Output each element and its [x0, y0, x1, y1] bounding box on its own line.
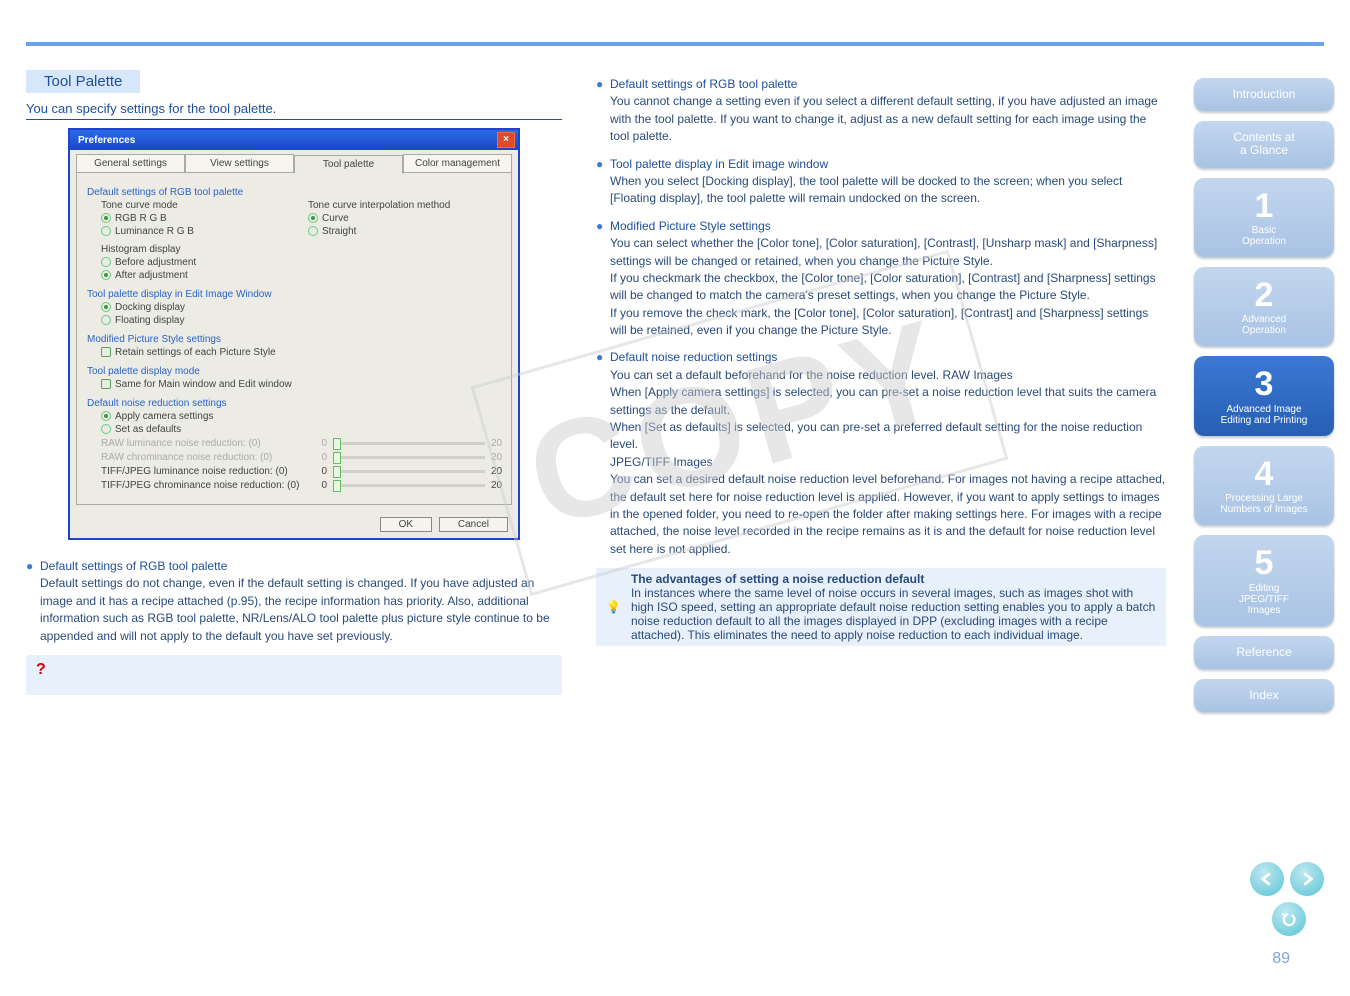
radio-after-adj-label: After adjustment — [115, 270, 188, 281]
bullet-icon: ● — [596, 218, 610, 340]
page-number: 89 — [1272, 950, 1290, 968]
para-p1: You cannot change a setting even if you … — [610, 94, 1158, 143]
dialog-tabs: General settings View settings Tool pale… — [76, 154, 512, 173]
para-p3b: If you checkmark the checkbox, the [Colo… — [610, 271, 1156, 302]
slider-knob[interactable] — [333, 466, 341, 478]
para-h4: Default noise reduction settings — [610, 350, 777, 364]
sidebar-item-contents[interactable]: Contents at a Glance — [1194, 121, 1334, 167]
radio-apply-camera-label: Apply camera settings — [115, 411, 213, 422]
bullet-icon: ● — [26, 558, 40, 645]
tab-tool-palette[interactable]: Tool palette — [294, 155, 403, 174]
left-para-body: Default settings do not change, even if … — [40, 576, 550, 642]
dialog-titlebar: Preferences × — [70, 130, 518, 150]
histogram-label: Histogram display — [101, 244, 501, 255]
radio-rgb-rgb-label: RGB R G B — [115, 213, 167, 224]
group-palette-mode: Tool palette display mode — [87, 366, 501, 377]
sidebar-item-chapter5[interactable]: 5Editing JPEG/TIFF Images — [1194, 535, 1334, 625]
para-p4d: You can set a desired default noise redu… — [610, 472, 1165, 556]
right-column: ● Default settings of RGB tool palette Yo… — [586, 70, 1166, 705]
dialog-title: Preferences — [78, 135, 135, 146]
sidebar-item-chapter3[interactable]: 3Advanced Image Editing and Printing — [1194, 356, 1334, 435]
radio-luminance-rgb[interactable] — [101, 226, 111, 236]
tab-color-management[interactable]: Color management — [403, 154, 512, 173]
left-column: Tool Palette You can specify settings fo… — [26, 70, 586, 705]
para-p2: When you select [Docking display], the t… — [610, 174, 1122, 205]
prev-page-button[interactable] — [1250, 862, 1284, 896]
tips-callout: 💡 The advantages of setting a noise redu… — [596, 568, 1166, 646]
bullet-icon: ● — [596, 76, 610, 146]
radio-docking-label: Docking display — [115, 302, 185, 313]
para-p4: You can set a default beforehand for the… — [610, 368, 1013, 382]
section-title-tab: Tool Palette — [26, 70, 140, 93]
sidebar-item-chapter1[interactable]: 1Basic Operation — [1194, 178, 1334, 257]
page-nav-arrows — [1250, 862, 1324, 896]
radio-curve[interactable] — [308, 213, 318, 223]
sidebar-item-index[interactable]: Index — [1194, 679, 1334, 712]
group-rgb-defaults: Default settings of RGB tool palette — [87, 187, 501, 198]
para-h2: Tool palette display in Edit image windo… — [610, 157, 828, 171]
radio-set-defaults-label: Set as defaults — [115, 424, 181, 435]
radio-straight-label: Straight — [322, 226, 356, 237]
preferences-dialog: Preferences × General settings View sett… — [68, 128, 520, 540]
slider-raw-chrominance: RAW chrominance noise reduction: (0) 0 2… — [101, 452, 501, 463]
tone-curve-mode-label: Tone curve mode — [101, 200, 294, 211]
para-p3: You can select whether the [Color tone],… — [610, 236, 1157, 267]
section-subhead: You can specify settings for the tool pa… — [26, 93, 562, 120]
bullet-icon: ● — [596, 156, 610, 208]
next-page-button[interactable] — [1290, 862, 1324, 896]
radio-floating[interactable] — [101, 315, 111, 325]
radio-docking[interactable] — [101, 302, 111, 312]
radio-apply-camera[interactable] — [101, 411, 111, 421]
tone-interp-label: Tone curve interpolation method — [308, 200, 501, 211]
para-p4c: JPEG/TIFF Images — [610, 455, 713, 469]
radio-straight[interactable] — [308, 226, 318, 236]
return-button[interactable] — [1272, 902, 1306, 936]
help-icon: ? — [36, 661, 46, 679]
check-retain-ps[interactable] — [101, 347, 111, 357]
slider-knob — [333, 438, 341, 450]
slider-knob — [333, 452, 341, 464]
radio-before-adj[interactable] — [101, 257, 111, 267]
tab-view-settings[interactable]: View settings — [185, 154, 294, 173]
radio-rgb-rgb[interactable] — [101, 213, 111, 223]
tab-general-settings[interactable]: General settings — [76, 154, 185, 173]
cancel-button[interactable]: Cancel — [439, 517, 508, 532]
group-palette-display: Tool palette display in Edit Image Windo… — [87, 289, 501, 300]
group-default-nr: Default noise reduction settings — [87, 398, 501, 409]
sidebar-item-introduction[interactable]: Introduction — [1194, 78, 1334, 111]
lightbulb-icon: 💡 — [606, 600, 621, 614]
dialog-panel: Default settings of RGB tool palette Ton… — [76, 173, 512, 505]
check-same-main-edit[interactable] — [101, 379, 111, 389]
check-same-main-edit-label: Same for Main window and Edit window — [115, 379, 292, 390]
sidebar-item-chapter2[interactable]: 2Advanced Operation — [1194, 267, 1334, 346]
sidebar-nav: Introduction Contents at a Glance 1Basic… — [1194, 78, 1334, 712]
close-icon[interactable]: × — [497, 132, 515, 148]
para-p4b: When [Set as defaults] is selected, you … — [610, 420, 1142, 451]
page-top-rule — [26, 42, 1324, 46]
ok-button[interactable]: OK — [380, 517, 432, 532]
tips-title: The advantages of setting a noise reduct… — [631, 572, 924, 586]
para-h1: Default settings of RGB tool palette — [610, 77, 797, 91]
radio-luminance-rgb-label: Luminance R G B — [115, 226, 194, 237]
sidebar-item-chapter4[interactable]: 4Processing Large Numbers of Images — [1194, 446, 1334, 525]
radio-before-adj-label: Before adjustment — [115, 257, 196, 268]
radio-curve-label: Curve — [322, 213, 349, 224]
slider-raw-luminance: RAW luminance noise reduction: (0) 0 20 — [101, 438, 501, 449]
group-mod-picture-style: Modified Picture Style settings — [87, 334, 501, 345]
slider-knob[interactable] — [333, 480, 341, 492]
radio-after-adj[interactable] — [101, 270, 111, 280]
left-para-head: Default settings of RGB tool palette — [40, 559, 227, 573]
bullet-icon: ● — [596, 349, 610, 558]
slider-tiffjpeg-luminance[interactable]: TIFF/JPEG luminance noise reduction: (0)… — [101, 466, 501, 477]
radio-floating-label: Floating display — [115, 315, 184, 326]
para-p3c: If you remove the check mark, the [Color… — [610, 306, 1148, 337]
help-callout: ? If the camera is equipped with a noise… — [26, 655, 562, 695]
radio-set-defaults[interactable] — [101, 424, 111, 434]
tips-body: In instances where the same level of noi… — [631, 586, 1155, 642]
para-p4a: When [Apply camera settings] is selected… — [610, 385, 1156, 416]
para-h3: Modified Picture Style settings — [610, 219, 771, 233]
check-retain-ps-label: Retain settings of each Picture Style — [115, 347, 276, 358]
slider-tiffjpeg-chrominance[interactable]: TIFF/JPEG chrominance noise reduction: (… — [101, 480, 501, 491]
sidebar-item-reference[interactable]: Reference — [1194, 636, 1334, 669]
